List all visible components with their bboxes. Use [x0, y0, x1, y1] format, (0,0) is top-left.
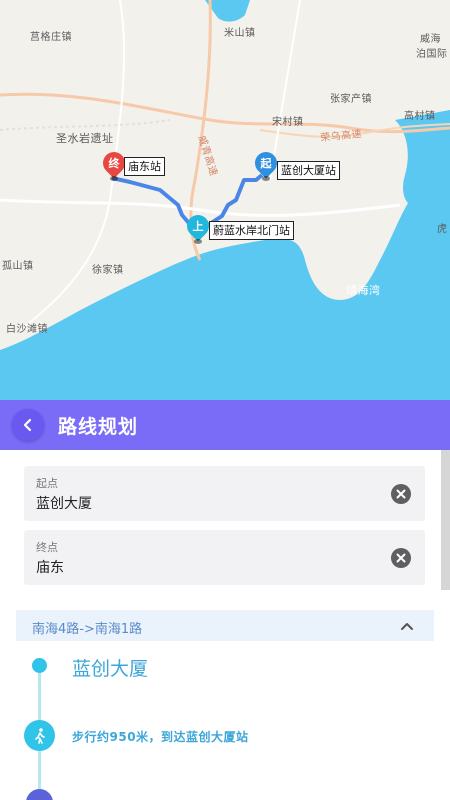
route-summary: 南海4路->南海1路	[32, 622, 143, 637]
map-place-label: 白沙滩镇	[6, 324, 48, 335]
close-icon	[396, 489, 406, 499]
map-place-label: 圣水岩遗址	[56, 132, 114, 145]
route-summary-header[interactable]: 南海4路->南海1路	[16, 610, 434, 641]
map-canvas	[0, 0, 450, 400]
timeline-connector	[38, 751, 41, 789]
map-place-label: 泊国际	[416, 49, 448, 60]
back-button[interactable]	[12, 409, 44, 441]
map-place-label: 米山镇	[224, 28, 256, 39]
origin-value: 蓝创大厦	[36, 496, 92, 512]
timeline-start-dot	[32, 658, 47, 673]
step-start-name: 蓝创大厦	[72, 658, 149, 680]
end-marker-glyph: 终	[108, 157, 120, 170]
map-place-label: 虎	[437, 224, 448, 235]
route-planner-screen: 莒格庄镇 米山镇 威海 泊国际 张家产镇 高村镇 宋村镇 圣水岩遗址 荣乌高速 …	[0, 0, 450, 800]
chevron-left-icon	[23, 418, 32, 432]
map-place-label: 高村镇	[404, 111, 436, 122]
board-marker-glyph: 上	[192, 220, 204, 233]
boarding-station-label: 蔚蓝水岸北门站	[209, 221, 294, 240]
timeline-connector	[38, 673, 41, 720]
origin-label: 起点	[36, 477, 58, 490]
map-place-label: 宋村镇	[272, 117, 304, 128]
start-station-marker[interactable]: 起	[250, 147, 282, 182]
clear-destination-button[interactable]	[391, 548, 411, 568]
walking-person-icon	[34, 727, 45, 744]
start-marker-glyph: 起	[260, 157, 272, 170]
map-place-label: 张家产镇	[330, 94, 372, 105]
map-place-label: 孤山镇	[2, 261, 34, 272]
page-title: 路线规划	[58, 415, 139, 438]
walk-step-text: 步行约950米，到达蓝创大厦站	[72, 730, 249, 744]
destination-field[interactable]: 终点 庙东	[24, 530, 425, 585]
destination-value: 庙东	[36, 560, 64, 576]
origin-field[interactable]: 起点 蓝创大厦	[24, 466, 425, 521]
map-place-label: 莒格庄镇	[30, 32, 72, 43]
boarding-station-marker[interactable]: 上	[182, 210, 214, 245]
end-station-marker[interactable]: 终	[98, 147, 130, 182]
start-station-label: 蓝创大厦站	[277, 161, 340, 180]
app-header: 路线规划	[0, 400, 450, 450]
map-place-label: 徐家镇	[92, 265, 124, 276]
chevron-up-icon[interactable]	[400, 619, 414, 633]
walk-step-marker	[24, 720, 55, 751]
scrollbar[interactable]	[441, 450, 450, 590]
map-view[interactable]: 莒格庄镇 米山镇 威海 泊国际 张家产镇 高村镇 宋村镇 圣水岩遗址 荣乌高速 …	[0, 0, 450, 400]
close-icon	[396, 553, 406, 563]
clear-origin-button[interactable]	[391, 484, 411, 504]
map-place-label: 威海	[420, 34, 441, 45]
map-sea-label: 靖海湾	[346, 284, 381, 297]
destination-label: 终点	[36, 541, 58, 554]
end-station-label: 庙东站	[124, 157, 165, 176]
